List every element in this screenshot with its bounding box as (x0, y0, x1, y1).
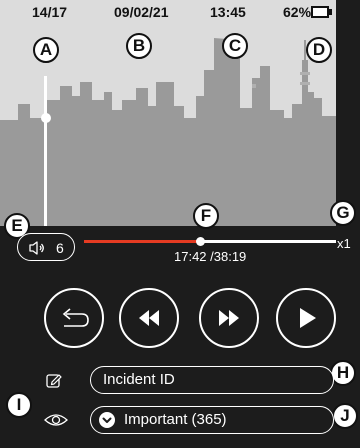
volume-value: 6 (56, 240, 64, 256)
play-button[interactable] (276, 288, 336, 348)
filter-value: Important (365) (124, 411, 227, 428)
vertical-slider-knob[interactable] (41, 113, 51, 123)
fast-forward-button[interactable] (199, 288, 259, 348)
battery-icon (311, 6, 329, 18)
rewind-icon (139, 310, 159, 326)
fast-forward-icon (219, 310, 239, 326)
play-icon (300, 308, 316, 328)
pencil-square-icon[interactable] (46, 372, 62, 388)
callout-f: F (193, 203, 219, 229)
eye-icon[interactable] (44, 412, 68, 428)
playback-speed[interactable]: x1 (337, 236, 351, 251)
callout-b: B (126, 33, 152, 59)
vertical-slider-track[interactable] (44, 76, 47, 226)
city-skyline-image (0, 38, 336, 226)
time-label: 13:45 (210, 4, 246, 20)
speaker-icon (29, 241, 44, 255)
progress-fill (84, 240, 200, 243)
callout-d: D (306, 37, 332, 63)
battery-percent: 62% (283, 4, 312, 20)
category-filter-dropdown[interactable]: Important (365) (90, 406, 334, 434)
back-button[interactable] (44, 288, 104, 348)
return-arrow-icon (62, 308, 89, 327)
incident-id-field[interactable]: Incident ID (90, 366, 334, 394)
item-counter: 14/17 (32, 4, 68, 20)
video-preview[interactable] (0, 0, 336, 226)
callout-a: A (33, 37, 59, 63)
progress-knob[interactable] (195, 237, 205, 246)
time-readout: 17:42 /38:19 (174, 249, 247, 264)
callout-g: G (330, 200, 356, 226)
progress-track[interactable] (84, 237, 336, 246)
status-bar: 14/17 09/02/21 13:45 62% (0, 0, 360, 22)
volume-control[interactable]: 6 (17, 233, 75, 261)
recorder-screen: 14/17 09/02/21 13:45 62% A B C D E F G H… (0, 0, 360, 448)
callout-c: C (222, 33, 248, 59)
callout-j: J (332, 403, 358, 429)
callout-i: I (6, 392, 32, 418)
battery-tip (329, 9, 332, 15)
chevron-down-icon (99, 412, 115, 428)
date-label: 09/02/21 (114, 4, 169, 20)
callout-h: H (330, 360, 356, 386)
rewind-button[interactable] (119, 288, 179, 348)
